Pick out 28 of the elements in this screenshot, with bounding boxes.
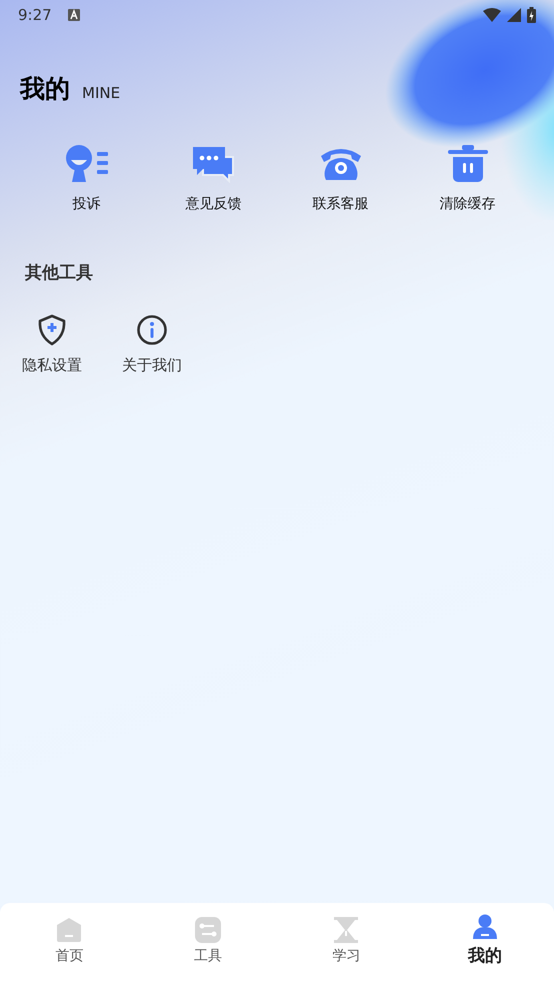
person-list-icon [64, 144, 108, 184]
shield-icon [37, 314, 67, 346]
info-icon [136, 314, 168, 346]
tool-item[interactable]: 隐私设置 [22, 314, 82, 375]
page-title: 我的 [20, 76, 70, 101]
tab[interactable]: 首页 [0, 903, 138, 984]
person-icon [472, 914, 498, 940]
hourglass-icon [334, 916, 358, 942]
tab[interactable]: 我的 [416, 903, 554, 984]
tab[interactable]: 学习 [277, 903, 416, 984]
battery-icon [527, 7, 536, 23]
notification-icon [68, 9, 80, 21]
section-title: 其他工具 [25, 262, 93, 284]
tool-item[interactable]: 关于我们 [122, 314, 182, 375]
quick-action[interactable]: 投诉 [23, 143, 150, 213]
quick-action[interactable]: 清除缓存 [404, 143, 531, 213]
quick-action[interactable]: 联系客服 [277, 143, 404, 213]
status-time: 9:27 [18, 6, 52, 24]
telephone-icon [320, 146, 362, 182]
tab[interactable]: 工具 [138, 903, 277, 984]
chat-icon [192, 145, 234, 183]
page-subtitle: MINE [82, 86, 120, 101]
toggle-icon [194, 916, 221, 942]
home-icon [56, 916, 82, 942]
trash-icon [448, 145, 488, 183]
signal-icon [507, 8, 521, 22]
quick-action[interactable]: 意见反馈 [150, 143, 277, 213]
wifi-icon [483, 8, 501, 22]
